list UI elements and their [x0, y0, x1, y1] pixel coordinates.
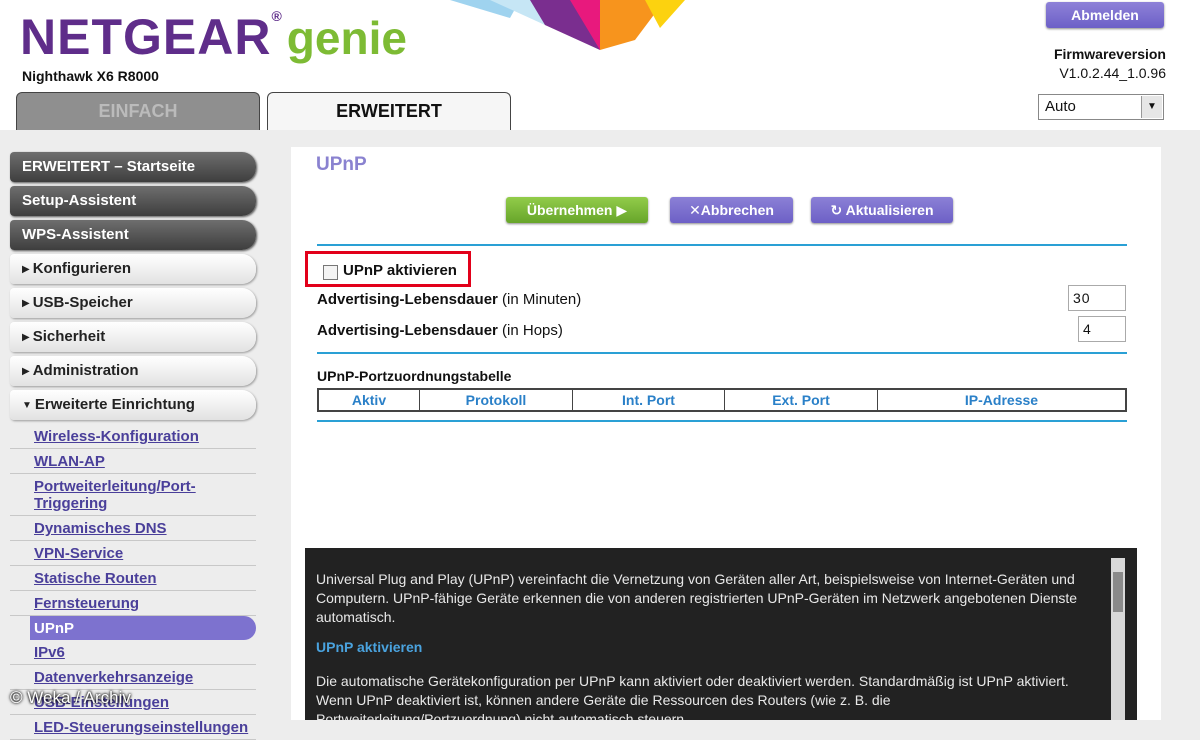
netgear-genie-logo: NETGEAR®genie [20, 8, 407, 66]
triangle-right-icon: ▶ [22, 298, 30, 309]
help-scrollbar-thumb[interactable] [1113, 572, 1123, 612]
sidebar-section-label: Administration [32, 362, 139, 379]
tab-erweitert[interactable]: ERWEITERT [267, 92, 511, 130]
help-body: Die automatische Gerätekonfiguration per… [316, 673, 1069, 720]
sidebar-section-konfigurieren[interactable]: ▶ Konfigurieren [10, 254, 256, 284]
chevron-down-icon[interactable]: ▼ [1141, 96, 1162, 118]
sidebar-item-datenverkehrsanzeige[interactable]: Datenverkehrsanzeige [10, 665, 256, 690]
sidebar-item-led-steuerung[interactable]: LED-Steuerungseinstellungen [10, 715, 256, 740]
logout-button[interactable]: Abmelden [1046, 2, 1164, 28]
triangle-right-icon: ▶ [22, 366, 30, 377]
sidebar-section-sicherheit[interactable]: ▶ Sicherheit [10, 322, 256, 352]
sidebar-item-vpn-service[interactable]: VPN-Service [10, 541, 256, 566]
brand-genie: genie [286, 12, 407, 64]
help-heading: UPnP aktivieren [316, 639, 423, 655]
sidebar-item-ipv6[interactable]: IPv6 [10, 640, 256, 665]
port-table-title: UPnP-Portzuordnungstabelle [317, 368, 512, 384]
advertising-hops-label-unit: (in Hops) [497, 322, 563, 339]
triangle-down-icon: ▼ [22, 400, 32, 411]
sidebar-section-label: USB-Speicher [32, 294, 133, 311]
upnp-enable-highlight: UPnP aktivieren [305, 251, 471, 287]
sidebar: ERWEITERT – Startseite Setup-Assistent W… [10, 152, 256, 740]
upnp-enable-label: UPnP aktivieren [343, 262, 457, 279]
sidebar-item-wps-assistent[interactable]: WPS-Assistent [10, 220, 256, 250]
header: NETGEAR®genie Nighthawk X6 R8000 Abmelde… [0, 0, 1200, 130]
page-title: UPnP [316, 154, 367, 175]
sidebar-item-erweitert-startseite[interactable]: ERWEITERT – Startseite [10, 152, 256, 182]
refresh-button[interactable]: ↻ Aktualisieren [811, 197, 953, 223]
sidebar-section-administration[interactable]: ▶ Administration [10, 356, 256, 386]
apply-button[interactable]: Übernehmen ▶ [506, 197, 648, 223]
advertising-hops-label-bold: Advertising-Lebensdauer [317, 322, 498, 339]
sidebar-item-dynamisches-dns[interactable]: Dynamisches DNS [10, 516, 256, 541]
triangle-right-icon: ▶ [22, 332, 30, 343]
help-scrollbar[interactable] [1111, 558, 1125, 720]
sidebar-item-wireless-konfiguration[interactable]: Wireless-Konfiguration [10, 424, 256, 449]
column-header-ip-adresse: IP-Adresse [964, 392, 1039, 408]
advertising-minutes-input[interactable]: 30 [1068, 285, 1126, 311]
sidebar-section-label: Erweiterte Einrichtung [34, 396, 195, 413]
help-intro: Universal Plug and Play (UPnP) vereinfac… [316, 571, 1078, 625]
sidebar-item-fernsteuerung[interactable]: Fernsteuerung [10, 591, 256, 616]
sidebar-item-upnp[interactable]: UPnP [30, 616, 256, 640]
advertising-hops-input[interactable]: 4 [1078, 316, 1126, 342]
column-header-ext-port: Ext. Port [725, 390, 878, 410]
sidebar-section-label: Konfigurieren [32, 260, 132, 277]
watermark: © Weka / Archiv [10, 688, 131, 707]
divider [317, 352, 1127, 354]
sidebar-item-wlan-ap[interactable]: WLAN-AP [10, 449, 256, 474]
sidebar-section-label: Sicherheit [32, 328, 106, 345]
language-select-value: Auto [1045, 98, 1076, 115]
triangle-right-icon: ▶ [22, 264, 30, 275]
sidebar-section-erweiterte-einrichtung[interactable]: ▼ Erweiterte Einrichtung [10, 390, 256, 420]
decorative-logo-shapes-icon [450, 0, 685, 50]
upnp-enable-checkbox[interactable] [323, 265, 338, 280]
firmware-label: Firmwareversion [1053, 46, 1166, 62]
sidebar-item-setup-assistent[interactable]: Setup-Assistent [10, 186, 256, 216]
help-panel: Universal Plug and Play (UPnP) vereinfac… [305, 548, 1137, 720]
sidebar-item-portweiterleitung[interactable]: Portweiterleitung/Port-Triggering [10, 474, 256, 516]
brand-netgear: NETGEAR [20, 9, 272, 65]
port-mapping-table: Aktiv Protokoll Int. Port Ext. Port IP-A… [317, 388, 1127, 412]
brand-registered: ® [271, 8, 283, 24]
sidebar-item-statische-routen[interactable]: Statische Routen [10, 566, 256, 591]
tab-einfach[interactable]: EINFACH [16, 92, 260, 130]
advertising-minutes-label-bold: Advertising-Lebensdauer [317, 291, 498, 308]
divider [317, 244, 1127, 246]
column-header-int-port: Int. Port [573, 390, 725, 410]
router-model: Nighthawk X6 R8000 [22, 68, 159, 84]
column-header-aktiv: Aktiv [319, 390, 420, 410]
advertising-hops-label: Advertising-Lebensdauer (in Hops) [317, 322, 563, 339]
sidebar-section-usb-speicher[interactable]: ▶ USB-Speicher [10, 288, 256, 318]
advertising-minutes-label: Advertising-Lebensdauer (in Minuten) [317, 291, 581, 308]
column-header-protokoll: Protokoll [420, 390, 573, 410]
firmware-version: V1.0.2.44_1.0.96 [1059, 65, 1166, 81]
cancel-button[interactable]: ✕Abbrechen [670, 197, 793, 223]
advertising-minutes-label-unit: (in Minuten) [497, 291, 582, 308]
divider [317, 420, 1127, 422]
language-select[interactable]: Auto ▼ [1038, 94, 1164, 120]
